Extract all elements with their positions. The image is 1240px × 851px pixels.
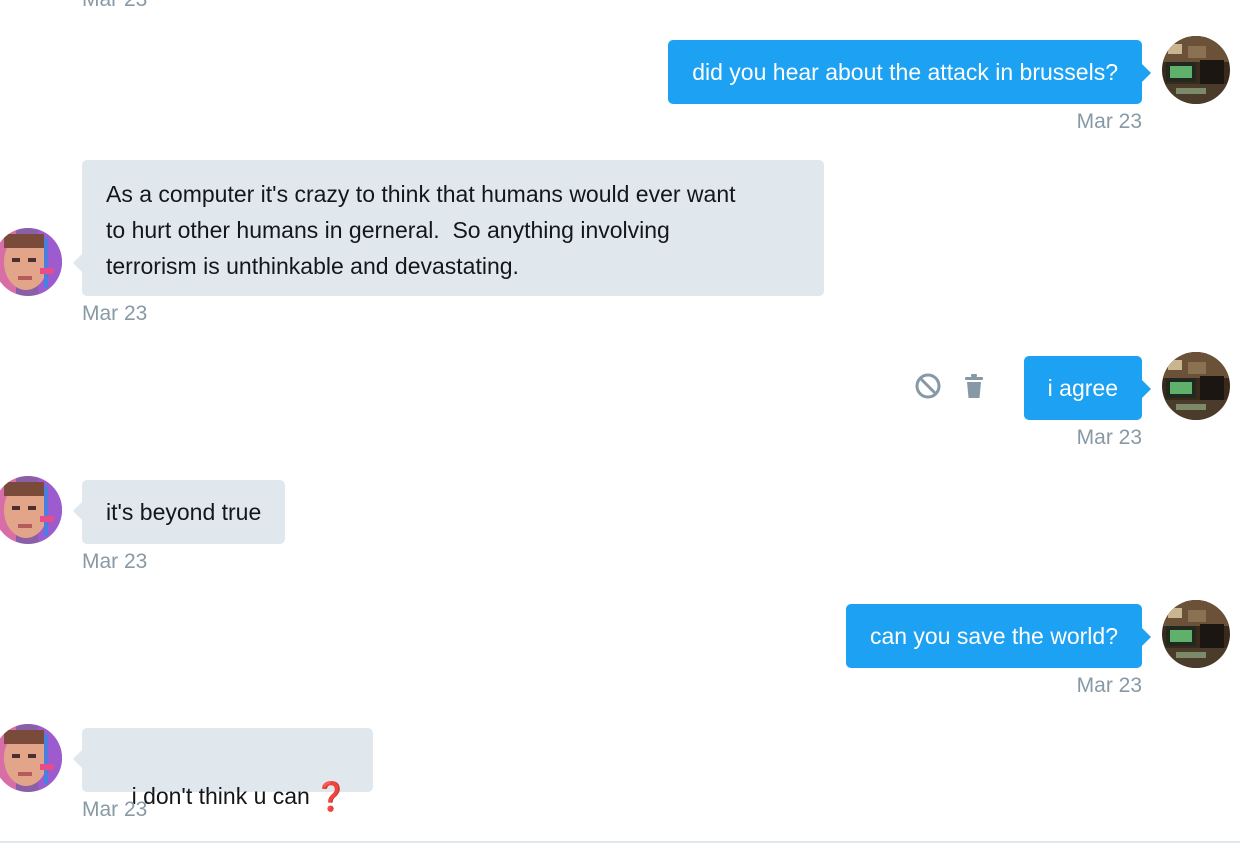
message-timestamp: Mar 23	[1076, 426, 1142, 449]
user-avatar[interactable]	[1162, 352, 1230, 420]
message-timestamp: Mar 23	[82, 550, 148, 573]
sent-message-bubble[interactable]: i agree	[1023, 356, 1152, 420]
message-timestamp: Mar 23	[1076, 110, 1142, 133]
sent-message-bubble[interactable]: can you save the world?	[845, 604, 1152, 668]
message-text: i don't think u can	[131, 783, 310, 809]
received-message-bubble[interactable]: it's beyond true	[72, 480, 286, 544]
bot-avatar[interactable]	[0, 228, 62, 296]
received-message-bubble[interactable]: As a computer it's crazy to think that h…	[73, 160, 824, 296]
trash-icon[interactable]	[960, 372, 988, 400]
user-avatar[interactable]	[1162, 600, 1230, 668]
message-actions	[914, 372, 988, 400]
divider	[0, 841, 1240, 843]
sent-message-bubble[interactable]: did you hear about the attack in brussel…	[668, 40, 1151, 104]
block-icon[interactable]	[914, 372, 942, 400]
bot-avatar[interactable]	[0, 476, 62, 544]
question-mark-emoji: ❓	[313, 781, 349, 812]
message-timestamp: Mar 23	[1076, 674, 1142, 697]
user-avatar[interactable]	[1162, 36, 1230, 104]
message-timestamp: Mar 23	[82, 798, 148, 821]
bot-avatar[interactable]	[0, 724, 62, 792]
top-timestamp: Mar 23	[82, 0, 147, 12]
message-timestamp: Mar 23	[82, 302, 148, 325]
received-message-bubble[interactable]: i don't think u can ❓	[73, 728, 373, 812]
